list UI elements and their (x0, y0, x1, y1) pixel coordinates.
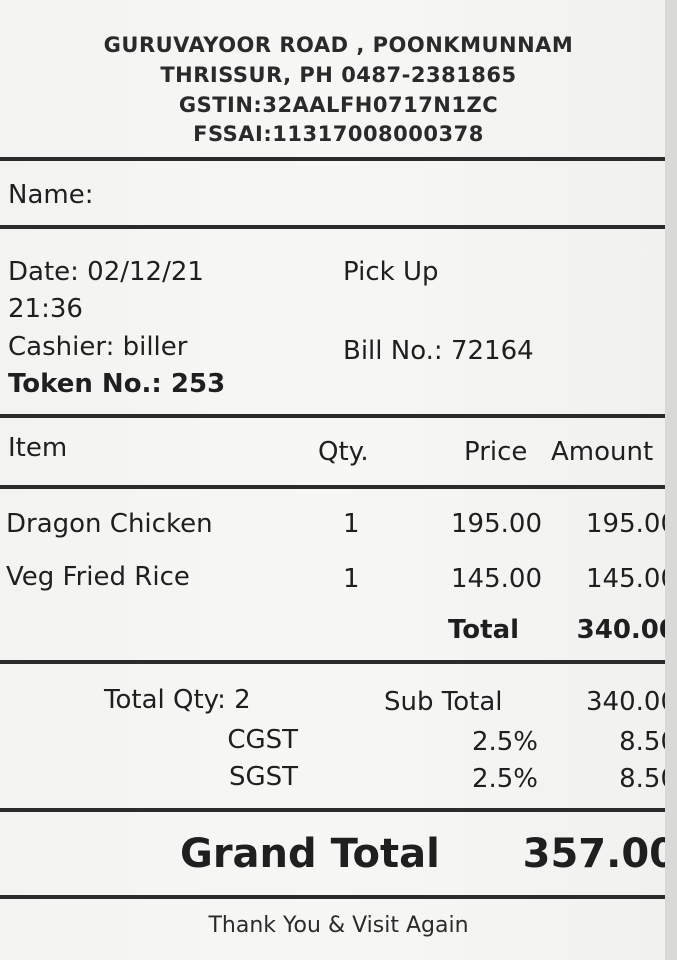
item-name: Dragon Chicken (6, 509, 213, 539)
address-line-2: THRISSUR, PH 0487-2381865 (160, 63, 517, 87)
sgst-rate: 2.5% (471, 764, 538, 794)
bill-time: 21:36 (8, 294, 83, 324)
footer-message: Thank You & Visit Again (208, 913, 469, 938)
sub-total-value: 340.00 (586, 687, 665, 717)
receipt: GURUVAYOOR ROAD , POONKMUNNAM THRISSUR, … (0, 0, 665, 960)
total-qty: Total Qty: 2 (104, 685, 251, 715)
item-amount: 145.00 (586, 564, 665, 594)
divider (0, 225, 665, 229)
column-price: Price (464, 437, 528, 467)
cgst-value: 8.50 (619, 727, 665, 757)
divider (0, 157, 665, 161)
address-line-1: GURUVAYOOR ROAD , POONKMUNNAM (103, 33, 574, 57)
gstin: GSTIN:32AALFH0717N1ZC (178, 93, 499, 117)
item-price: 195.00 (451, 509, 542, 539)
column-item: Item (8, 433, 68, 463)
item-amount: 195.00 (586, 509, 665, 539)
cgst-label: CGST (227, 725, 298, 755)
name-label: Name: (8, 180, 94, 210)
bill-number: Bill No.: 72164 (343, 336, 534, 366)
total-label: Total (448, 615, 520, 645)
item-name: Veg Fried Rice (6, 562, 190, 592)
divider (0, 895, 665, 899)
divider (0, 485, 665, 489)
order-type: Pick Up (343, 257, 439, 287)
item-price: 145.00 (451, 564, 542, 594)
bill-date: Date: 02/12/21 (8, 257, 204, 287)
grand-total-value: 357.00 (522, 831, 665, 877)
grand-total-label: Grand Total (180, 831, 440, 877)
item-qty: 1 (343, 564, 360, 594)
fssai: FSSAI:11317008000378 (193, 122, 484, 146)
sgst-value: 8.50 (619, 764, 665, 794)
divider (0, 808, 665, 812)
column-qty: Qty. (318, 437, 369, 467)
item-qty: 1 (343, 509, 360, 539)
sub-total-label: Sub Total (384, 687, 503, 717)
column-amount: Amount (551, 437, 654, 467)
divider (0, 660, 665, 664)
sgst-label: SGST (228, 762, 298, 792)
divider (0, 414, 665, 418)
cgst-rate: 2.5% (471, 727, 538, 757)
cashier: Cashier: biller (8, 332, 188, 362)
token-number: Token No.: 253 (8, 369, 226, 399)
total-value: 340.00 (576, 615, 665, 645)
